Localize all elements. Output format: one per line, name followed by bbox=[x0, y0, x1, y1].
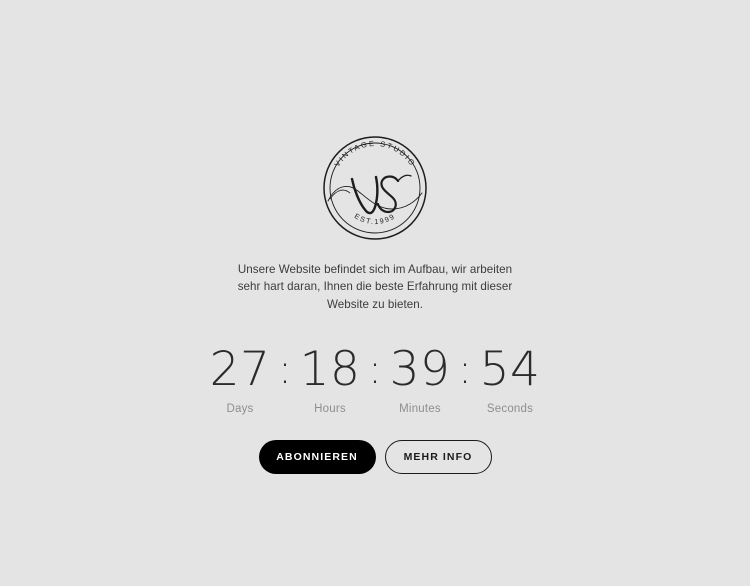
countdown-days-value: 27 bbox=[209, 341, 271, 397]
under-construction-message: Unsere Website befindet sich im Aufbau, … bbox=[237, 262, 513, 311]
countdown-separator-1: : bbox=[278, 346, 292, 393]
countdown-hours-label: Hours bbox=[314, 402, 346, 415]
more-info-button[interactable]: MEHR INFO bbox=[384, 439, 492, 474]
countdown-days-label: Days bbox=[226, 402, 254, 415]
countdown-separator-3: : bbox=[458, 346, 472, 393]
countdown-timer: 27 Days : 18 Hours : 39 Minutes : 54 Sec… bbox=[206, 341, 544, 416]
countdown-unit-minutes: 39 Minutes bbox=[386, 341, 454, 416]
countdown-hours-value: 18 bbox=[299, 341, 361, 397]
countdown-seconds-label: Seconds bbox=[486, 402, 534, 415]
brand-logo: VINTAGE STUDIO EST.1999 bbox=[314, 127, 436, 249]
svg-text:VINTAGE STUDIO: VINTAGE STUDIO bbox=[333, 138, 418, 168]
countdown-unit-seconds: 54 Seconds bbox=[476, 341, 544, 416]
page-content: VINTAGE STUDIO EST.1999 Unsere Website b… bbox=[0, 0, 750, 474]
subscribe-button[interactable]: ABONNIEREN bbox=[258, 439, 376, 474]
coming-soon-page: VINTAGE STUDIO EST.1999 Unsere Website b… bbox=[0, 0, 750, 586]
countdown-seconds-value: 54 bbox=[479, 341, 541, 397]
countdown-minutes-label: Minutes bbox=[399, 402, 441, 415]
vintage-studio-emblem-icon: VINTAGE STUDIO EST.1999 bbox=[323, 135, 427, 240]
countdown-unit-days: 27 Days bbox=[206, 341, 274, 416]
svg-text:EST.1999: EST.1999 bbox=[353, 211, 397, 226]
action-buttons: ABONNIEREN MEHR INFO bbox=[258, 439, 492, 474]
countdown-separator-2: : bbox=[368, 346, 382, 393]
countdown-unit-hours: 18 Hours bbox=[296, 341, 364, 416]
countdown-minutes-value: 39 bbox=[389, 341, 451, 397]
